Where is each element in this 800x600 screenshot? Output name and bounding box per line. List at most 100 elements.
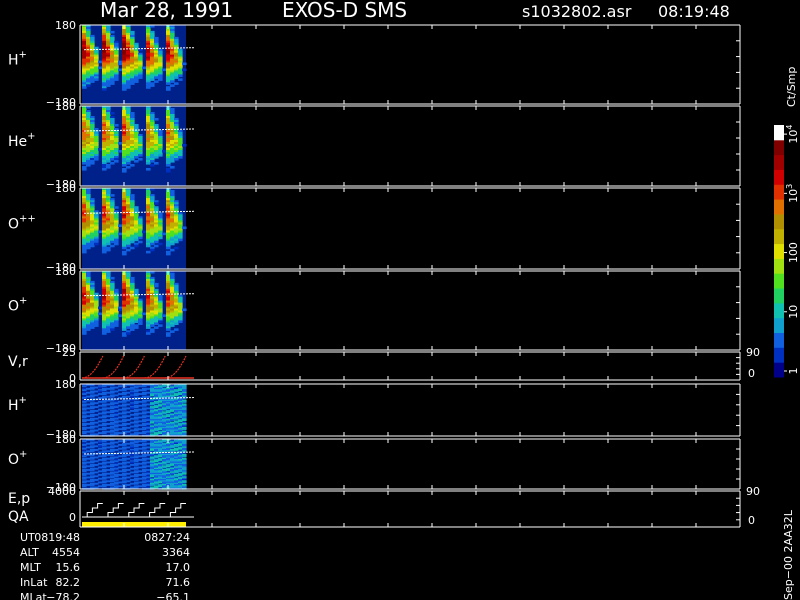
heatmap-cell (102, 466, 107, 469)
heatmap-cell (170, 166, 175, 169)
heatmap-cell (174, 328, 179, 331)
colorbar-tick-label: 104 (785, 125, 800, 144)
heatmap-cell (122, 444, 127, 446)
heatmap-cell (178, 416, 183, 419)
panel-label-oplus2: O+ (8, 449, 27, 468)
heatmap-cell (158, 154, 163, 157)
heatmap-cell (142, 474, 147, 476)
heatmap-cell (166, 246, 171, 250)
heatmap-cell (94, 394, 99, 397)
heatmap-cell (170, 330, 175, 333)
heatmap-cell (134, 406, 139, 408)
heatmap-cell (134, 80, 139, 83)
heatmap-cell (98, 393, 103, 395)
heatmap-cell (150, 421, 155, 424)
heatmap-cell (134, 486, 139, 489)
heatmap-cell (98, 66, 103, 70)
heatmap-cell (122, 408, 127, 411)
heatmap-cell (86, 411, 91, 414)
heatmap-cell (98, 420, 103, 423)
ymax-label-hplus2: 180 (55, 378, 76, 391)
heatmap-cell (138, 389, 143, 392)
heatmap-cell (90, 391, 95, 394)
heatmap-cell (130, 464, 135, 466)
heatmap-cell (122, 470, 127, 473)
heatmap-cell (158, 428, 163, 431)
right-min-label-vr: 0 (748, 367, 755, 380)
heatmap-cell (174, 475, 179, 478)
heatmap-cell (110, 426, 115, 429)
heatmap-cell (138, 481, 143, 484)
heatmap-cell (82, 385, 87, 388)
heatmap-cell (162, 385, 167, 388)
heatmap-cell (106, 426, 111, 429)
heatmap-cell (142, 440, 147, 443)
heatmap-cell (154, 156, 159, 159)
heatmap-cell (182, 62, 187, 66)
heatmap-cell (90, 465, 95, 468)
heatmap-cell (146, 480, 151, 483)
heatmap-cell (98, 400, 103, 403)
heatmap-cell (102, 459, 107, 461)
footer-note: Sep−00 2AA32L (782, 509, 795, 600)
heatmap-cell (94, 410, 99, 412)
heatmap-cell (174, 76, 179, 79)
panel-oplusplus: O++180−180 (8, 182, 741, 274)
heatmap-cell (130, 479, 135, 481)
heatmap-cell (86, 328, 91, 331)
heatmap-cell (90, 387, 95, 390)
heatmap-cell (170, 446, 175, 449)
heatmap-cell (82, 440, 87, 443)
heatmap-cell (138, 400, 143, 403)
heatmap-cell (146, 442, 151, 445)
panel-label-oplusplus: O++ (8, 214, 36, 233)
heatmap-cell (126, 442, 131, 445)
heatmap-cell (106, 242, 111, 246)
heatmap-cell (110, 415, 115, 418)
heatmap-cell (90, 244, 95, 248)
heatmap-cell (102, 88, 107, 91)
heatmap-cell (150, 248, 155, 252)
heatmap-cell (102, 332, 107, 335)
heatmap-cell (114, 242, 119, 246)
heatmap-cell (106, 415, 111, 418)
heatmap-cell (142, 420, 147, 423)
heatmap-cell (146, 326, 151, 329)
heatmap-cell (154, 406, 159, 408)
heatmap-cell (122, 334, 127, 337)
colorbar-unit-label: Ct/Smp (785, 67, 798, 107)
heatmap-cell (122, 416, 127, 419)
heatmap-cell (154, 284, 159, 288)
heatmap-cell (146, 250, 151, 254)
heatmap-cell (114, 78, 119, 81)
heatmap-cell (170, 248, 175, 252)
heatmap-cell (98, 148, 103, 151)
heatmap-cell (90, 407, 95, 410)
orbit-row-name: MLat (20, 591, 47, 600)
heatmap-cell (114, 406, 119, 408)
heatmap-cell (94, 406, 99, 408)
heatmap-cell (166, 334, 171, 337)
heatmap-cell (110, 461, 115, 464)
velocity-sweep (144, 355, 166, 379)
heatmap-cell (102, 444, 107, 446)
heatmap-cell (142, 428, 147, 431)
plot-time: 08:19:48 (658, 2, 730, 21)
heatmap-cell (82, 428, 87, 431)
heatmap-cell (86, 461, 91, 464)
heatmap-cell (94, 464, 99, 466)
heatmap-cell (178, 389, 183, 392)
heatmap-cell (98, 459, 103, 461)
heatmap-cell (134, 456, 139, 459)
time-ticks (79, 491, 741, 527)
heatmap-cell (118, 408, 123, 411)
panel-label-sup: + (19, 50, 27, 61)
heatmap-cell (138, 455, 143, 458)
heatmap-cell (138, 466, 143, 469)
orbit-row-name: MLT (20, 561, 41, 574)
heatmap-cell (150, 475, 155, 478)
heatmap-cell (90, 469, 95, 471)
heatmap-cell (98, 230, 103, 234)
heatmap-cell (98, 416, 103, 419)
heatmap-cell (166, 88, 171, 91)
